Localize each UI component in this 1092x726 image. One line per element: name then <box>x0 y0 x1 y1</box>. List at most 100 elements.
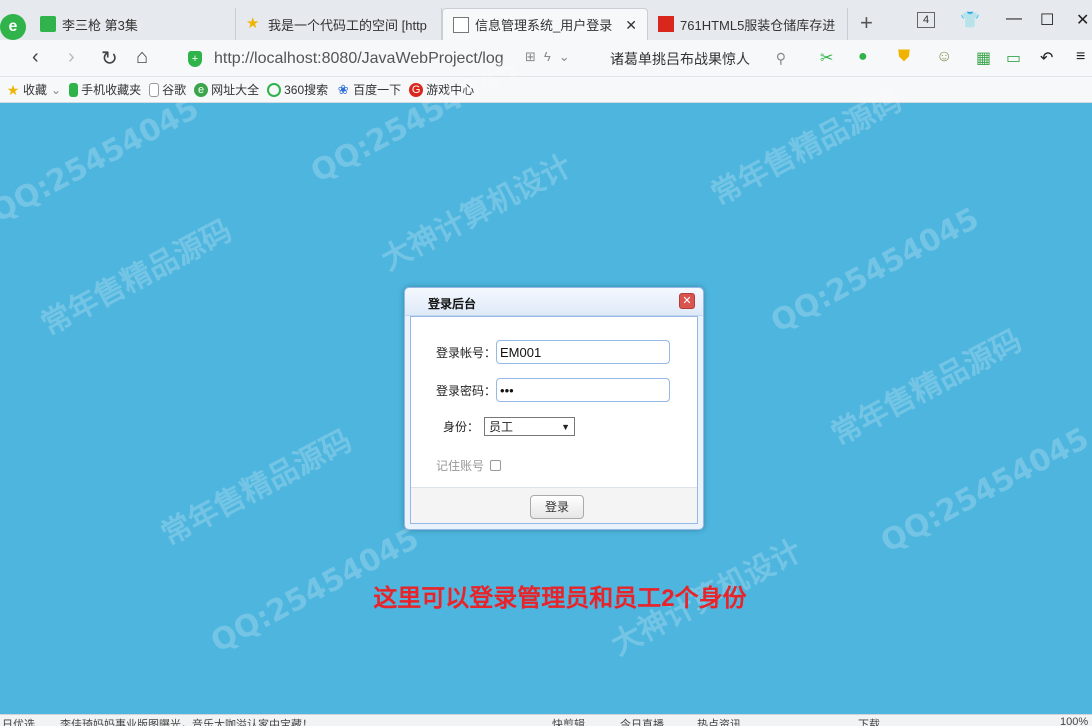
dialog-title: 登录后台 <box>428 297 477 311</box>
status-zoom[interactable]: 100% <box>1060 716 1088 726</box>
watermark: QQ:25454045 <box>0 91 205 230</box>
search-icon <box>267 82 282 97</box>
status-promo[interactable]: 日优选 <box>2 716 35 726</box>
maximize-icon[interactable]: ☐ <box>1040 10 1054 30</box>
bookmark-google[interactable]: 谷歌 <box>149 81 186 98</box>
grid-icon[interactable]: ⊞ <box>525 49 544 64</box>
security-shield-icon: + <box>188 50 202 67</box>
scissors-icon[interactable]: ✂ <box>820 48 833 68</box>
document-icon <box>149 82 160 97</box>
login-button[interactable]: 登录 <box>530 495 584 519</box>
bookmark-favorites[interactable]: ★ 收藏 ⌄ <box>6 81 61 98</box>
refresh-icon[interactable]: ↻ <box>101 46 118 71</box>
tab-space[interactable]: ★ 我是一个代码工的空间 [http <box>236 8 442 40</box>
bookmark-label: 网址大全 <box>211 83 260 97</box>
apps-icon[interactable]: ▦ <box>976 48 991 68</box>
dropdown-arrow-icon: ▼ <box>561 421 571 432</box>
url-text[interactable]: http://localhost:8080/JavaWebProject/log… <box>214 50 504 68</box>
skin-icon[interactable]: 👕 <box>960 10 980 30</box>
role-select[interactable]: 员工 ▼ <box>484 417 576 436</box>
tab-strip: e 李三枪 第3集 ★ 我是一个代码工的空间 [http 信息管理系统_用户登录… <box>0 0 1092 40</box>
remember-label: 记住账号 <box>436 459 485 473</box>
dialog-header[interactable]: 登录后台 ✕ <box>405 288 703 316</box>
chevron-down-icon[interactable]: ⌄ <box>559 49 578 64</box>
role-row: 身份： 员工 ▼ <box>443 417 576 436</box>
new-tab-button[interactable]: + <box>860 10 873 36</box>
status-hot-news[interactable]: 热点资讯 <box>697 716 741 726</box>
bookmark-baidu[interactable]: ❀ 百度一下 <box>336 81 401 98</box>
tab-count-badge[interactable]: 4 <box>917 12 935 28</box>
browser-logo-icon[interactable]: e <box>0 14 26 40</box>
dialog-footer: 登录 <box>411 487 697 523</box>
site-icon <box>658 16 674 32</box>
tab-label: 李三枪 第3集 <box>62 17 138 33</box>
menu-icon[interactable]: ≡ <box>1076 48 1085 66</box>
status-download[interactable]: 下载 <box>858 716 880 726</box>
forward-icon[interactable]: › <box>68 46 75 69</box>
watermark: 常年售精品源码 <box>35 213 238 343</box>
login-hint-text: 这里可以登录管理员和员工2个身份 <box>373 585 747 612</box>
watermark: 大神计算机设计 <box>375 148 578 278</box>
game-icon: G <box>409 82 424 97</box>
shield-badge-icon[interactable]: ⛊ <box>898 48 910 66</box>
video-icon <box>40 16 56 32</box>
bookmark-label: 360搜索 <box>284 83 329 97</box>
page-icon <box>453 16 469 33</box>
paw-icon: ❀ <box>337 81 349 97</box>
account-input[interactable] <box>496 340 671 364</box>
close-icon[interactable]: ✕ <box>679 293 695 309</box>
bookmark-360-search[interactable]: 360搜索 <box>267 81 328 98</box>
search-input[interactable]: 诸葛单挑吕布战果惊人 ⚲ <box>600 45 800 72</box>
watermark: 常年售精品源码 <box>825 323 1028 453</box>
star-icon: ★ <box>246 15 260 32</box>
bookmark-games[interactable]: G 游戏中心 <box>409 81 474 98</box>
dialog-body: 登录帐号： 登录密码： 身份： 员工 ▼ 记住账号 登录 <box>410 316 698 524</box>
password-row: 登录密码： <box>436 378 671 402</box>
battery-icon[interactable]: ▭ <box>1006 48 1021 68</box>
remember-checkbox[interactable] <box>490 460 502 471</box>
phone-icon <box>69 82 79 97</box>
status-quick-edit[interactable]: 快剪辑 <box>552 716 585 726</box>
role-selected-value: 员工 <box>489 420 514 434</box>
bookmark-label: 手机收藏夹 <box>81 83 142 97</box>
undo-icon[interactable]: ↶ <box>1040 48 1053 68</box>
watermark: QQ:25454045 <box>765 201 985 340</box>
remember-row: 记住账号 <box>436 457 502 474</box>
role-label: 身份： <box>443 420 480 434</box>
bookmarks-bar: ★ 收藏 ⌄ 手机收藏夹 谷歌 e 网址大全 360搜索 ❀ 百度一下 G 游戏… <box>0 77 1092 103</box>
translate-icon[interactable]: ● <box>858 48 868 66</box>
account-row: 登录帐号： <box>436 340 671 364</box>
tab-label: 我是一个代码工的空间 [http <box>268 17 427 33</box>
tab-label: 信息管理系统_用户登录 <box>475 18 613 33</box>
search-suggestion[interactable]: 诸葛单挑吕布战果惊人 <box>610 49 750 69</box>
lightning-icon[interactable]: ϟ <box>544 49 559 64</box>
search-icon[interactable]: ⚲ <box>776 50 786 67</box>
login-dialog: 登录后台 ✕ 登录帐号： 登录密码： 身份： 员工 ▼ 记住账号 登录 <box>404 287 704 530</box>
address-bar-tools[interactable]: ⊞ϟ⌄ <box>525 49 578 65</box>
bookmark-mobile[interactable]: 手机收藏夹 <box>69 81 141 98</box>
status-news[interactable]: 李佳琦妈妈事业版图曝光，音乐大咖溢认家中宝藏！ <box>60 716 313 726</box>
password-label: 登录密码： <box>436 383 497 398</box>
home-icon[interactable]: ⌂ <box>136 46 148 69</box>
chevron-down-icon: ⌄ <box>51 82 62 97</box>
minimize-icon[interactable]: — <box>1006 10 1022 28</box>
globe-icon: e <box>194 82 209 97</box>
tab-html5[interactable]: 761HTML5服装仓储库存进 <box>648 8 848 40</box>
bookmark-directory[interactable]: e 网址大全 <box>194 81 259 98</box>
password-input[interactable] <box>496 378 671 402</box>
watermark: 常年售精品源码 <box>155 423 358 553</box>
close-tab-icon[interactable]: ✕ <box>625 17 637 34</box>
face-icon[interactable]: ☺ <box>936 48 952 66</box>
navigation-bar: ‹ › ↻ ⌂ + http://localhost:8080/JavaWebP… <box>0 40 1092 77</box>
bookmark-label: 百度一下 <box>353 83 402 97</box>
bookmark-label: 谷歌 <box>162 83 187 97</box>
back-icon[interactable]: ‹ <box>32 46 39 69</box>
bookmark-label: 收藏 <box>23 83 48 97</box>
tab-label: 761HTML5服装仓储库存进 <box>680 17 836 33</box>
star-icon: ★ <box>6 81 20 98</box>
tab-video[interactable]: 李三枪 第3集 <box>30 8 236 40</box>
status-live[interactable]: 今日直播 <box>620 716 664 726</box>
bookmark-label: 游戏中心 <box>426 83 475 97</box>
close-window-icon[interactable]: ✕ <box>1076 10 1089 30</box>
tab-login-active[interactable]: 信息管理系统_用户登录 ✕ <box>442 8 648 40</box>
